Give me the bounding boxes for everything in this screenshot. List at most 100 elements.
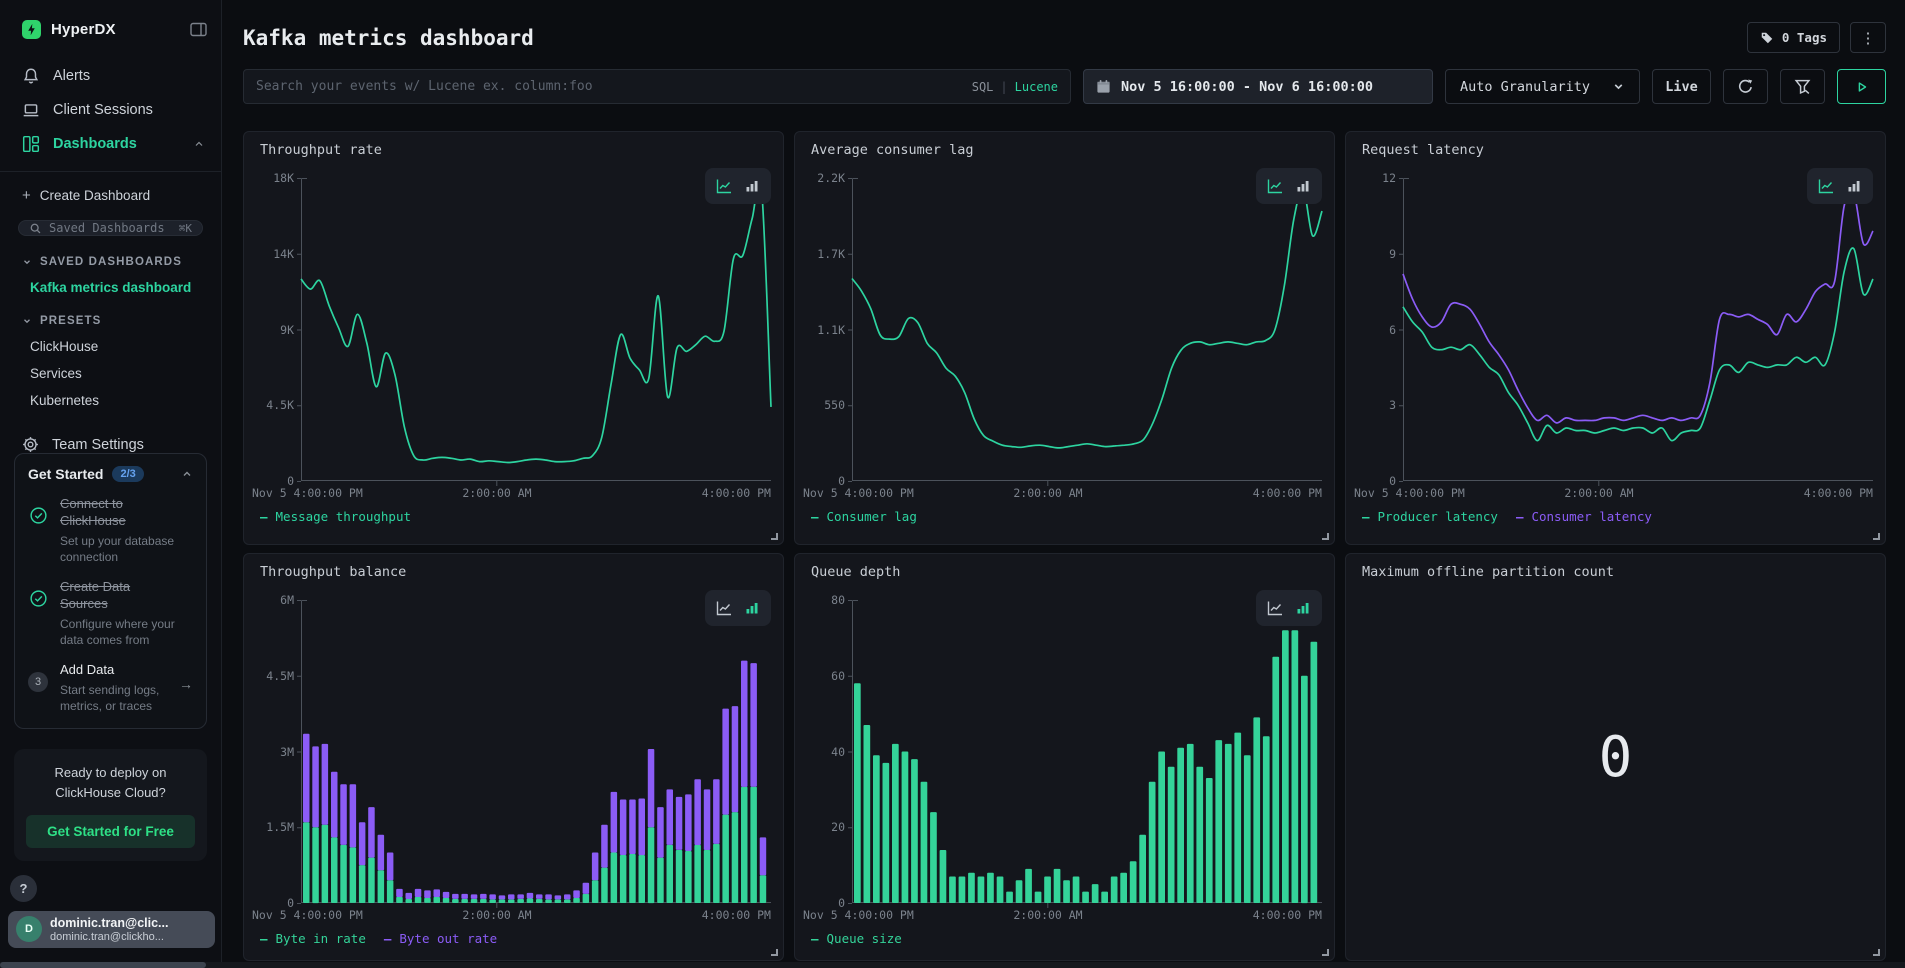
- horizontal-scrollbar[interactable]: [0, 962, 1905, 968]
- sidebar-item-team-settings[interactable]: Team Settings: [0, 436, 221, 453]
- presets-section[interactable]: PRESETS: [0, 295, 221, 327]
- sidebar-item-client-sessions[interactable]: Client Sessions: [0, 93, 221, 127]
- get-started-step-sources[interactable]: Create Data Sources Configure where your…: [28, 579, 193, 648]
- y-tick-label: 14K: [248, 247, 294, 261]
- live-button[interactable]: Live: [1652, 69, 1711, 104]
- legend-item[interactable]: —Producer latency: [1362, 509, 1498, 524]
- chart-legend: —Queue size: [811, 931, 902, 946]
- legend-item[interactable]: —Byte out rate: [384, 931, 497, 946]
- line-series: [1403, 190, 1873, 423]
- line-chart-toggle-icon[interactable]: [1818, 178, 1834, 194]
- metric-value: 0: [1599, 725, 1633, 790]
- y-tick-label: 1.7K: [799, 247, 845, 261]
- scrollbar-thumb[interactable]: [0, 962, 206, 968]
- user-menu[interactable]: D dominic.tran@clic... dominic.tran@clic…: [8, 911, 215, 948]
- line-series: [301, 179, 771, 462]
- granularity-select[interactable]: Auto Granularity: [1445, 69, 1640, 104]
- legend-item[interactable]: —Byte in rate: [260, 931, 366, 946]
- resize-handle[interactable]: [1873, 949, 1880, 956]
- sidebar-item-kafka-dashboard[interactable]: Kafka metrics dashboard: [0, 268, 221, 295]
- refresh-button[interactable]: [1723, 69, 1768, 104]
- more-options-button[interactable]: ⋮: [1850, 22, 1886, 53]
- bar-chart-toggle-icon[interactable]: [1846, 178, 1862, 194]
- bar-chart-toggle-icon[interactable]: [1295, 178, 1311, 194]
- date-range-picker[interactable]: Nov 5 16:00:00 - Nov 6 16:00:00: [1083, 69, 1433, 104]
- create-dashboard-label: Create Dashboard: [40, 188, 150, 203]
- filter-icon: [1794, 78, 1811, 95]
- avatar: D: [16, 916, 42, 942]
- bar-chart-toggle-icon[interactable]: [744, 178, 760, 194]
- chart-legend: —Producer latency —Consumer latency: [1362, 509, 1652, 524]
- resize-handle[interactable]: [771, 949, 778, 956]
- legend-item[interactable]: —Queue size: [811, 931, 902, 946]
- chart-type-toggle: [705, 590, 771, 626]
- progress-badge: 2/3: [112, 466, 143, 482]
- resize-handle[interactable]: [1322, 949, 1329, 956]
- arrow-right-icon[interactable]: →: [179, 676, 193, 692]
- sidebar-item-clickhouse[interactable]: ClickHouse: [0, 327, 221, 354]
- y-tick-label: 60: [799, 669, 845, 683]
- tags-button[interactable]: 0 Tags: [1747, 22, 1840, 53]
- get-started-free-button[interactable]: Get Started for Free: [26, 815, 195, 848]
- y-tick-label: 2.2K: [799, 171, 845, 185]
- sidebar-bottom: Get Started 2/3 Connect to ClickHouse Se…: [0, 453, 221, 968]
- event-search-bar[interactable]: SQL|Lucene: [243, 69, 1071, 104]
- chart-plot: [852, 178, 1322, 481]
- shortcut-badge: ⌘K: [179, 222, 192, 235]
- dashboard-grid-icon: [22, 135, 40, 153]
- saved-dashboards-section[interactable]: SAVED DASHBOARDS: [0, 236, 221, 268]
- sidebar-item-alerts[interactable]: Alerts: [0, 59, 221, 93]
- x-tick-label: 2:00:00 AM: [462, 486, 531, 500]
- line-chart-toggle-icon[interactable]: [1267, 178, 1283, 194]
- chart-title: Average consumer lag: [811, 142, 974, 158]
- chart-legend: —Consumer lag: [811, 509, 917, 524]
- sql-mode-toggle[interactable]: SQL: [972, 80, 994, 94]
- line-chart-toggle-icon[interactable]: [716, 600, 732, 616]
- resize-handle[interactable]: [1873, 533, 1880, 540]
- step-desc: Set up your database connection: [60, 533, 178, 565]
- chart-title: Throughput rate: [260, 142, 382, 158]
- run-query-button[interactable]: [1837, 69, 1886, 104]
- dashboard-grid: Throughput rate 18K14K9K4.5K0 Nov 5 4:00…: [243, 131, 1886, 961]
- get-started-step-add-data[interactable]: 3 Add Data Start sending logs, metrics, …: [28, 662, 193, 714]
- granularity-value: Auto Granularity: [1460, 79, 1590, 95]
- create-dashboard-button[interactable]: + Create Dashboard: [0, 172, 221, 208]
- x-tick-label: 4:00:00 PM: [1804, 486, 1873, 500]
- line-chart-toggle-icon[interactable]: [716, 178, 732, 194]
- user-name: dominic.tran@clic...: [50, 916, 168, 930]
- event-search-input[interactable]: [256, 79, 962, 94]
- team-settings-label: Team Settings: [52, 437, 144, 453]
- bar-chart-toggle-icon[interactable]: [1295, 600, 1311, 616]
- get-started-card: Get Started 2/3 Connect to ClickHouse Se…: [14, 453, 207, 729]
- legend-item[interactable]: —Consumer lag: [811, 509, 917, 524]
- saved-dashboards-search[interactable]: ⌘K: [18, 220, 203, 236]
- help-button[interactable]: ?: [10, 875, 37, 902]
- page-title: Kafka metrics dashboard: [243, 26, 534, 50]
- sidebar-item-label: Alerts: [53, 68, 90, 84]
- saved-dashboards-input[interactable]: [49, 221, 172, 235]
- bell-icon: [22, 67, 40, 85]
- filter-button[interactable]: [1780, 69, 1825, 104]
- gear-icon: [22, 436, 39, 453]
- line-chart-toggle-icon[interactable]: [1267, 600, 1283, 616]
- chart-type-toggle: [705, 168, 771, 204]
- check-circle-icon: [28, 506, 48, 525]
- resize-handle[interactable]: [1322, 533, 1329, 540]
- legend-item[interactable]: —Consumer latency: [1516, 509, 1652, 524]
- get-started-step-connect[interactable]: Connect to ClickHouse Set up your databa…: [28, 496, 193, 565]
- step-title: Connect to ClickHouse: [60, 496, 170, 530]
- chevron-down-icon: [22, 257, 32, 267]
- chevron-up-icon[interactable]: [181, 468, 193, 480]
- chart-type-toggle: [1256, 590, 1322, 626]
- collapse-sidebar-icon[interactable]: [190, 22, 207, 37]
- sidebar-item-dashboards[interactable]: Dashboards: [0, 127, 221, 161]
- legend-item[interactable]: —Message throughput: [260, 509, 411, 524]
- resize-handle[interactable]: [771, 533, 778, 540]
- sidebar-item-kubernetes[interactable]: Kubernetes: [0, 381, 221, 408]
- get-started-header[interactable]: Get Started 2/3: [28, 466, 193, 482]
- chart-plot: [301, 600, 771, 903]
- lucene-mode-toggle[interactable]: Lucene: [1015, 80, 1058, 94]
- sidebar-item-services[interactable]: Services: [0, 354, 221, 381]
- bar-chart-toggle-icon[interactable]: [744, 600, 760, 616]
- y-tick-label: 18K: [248, 171, 294, 185]
